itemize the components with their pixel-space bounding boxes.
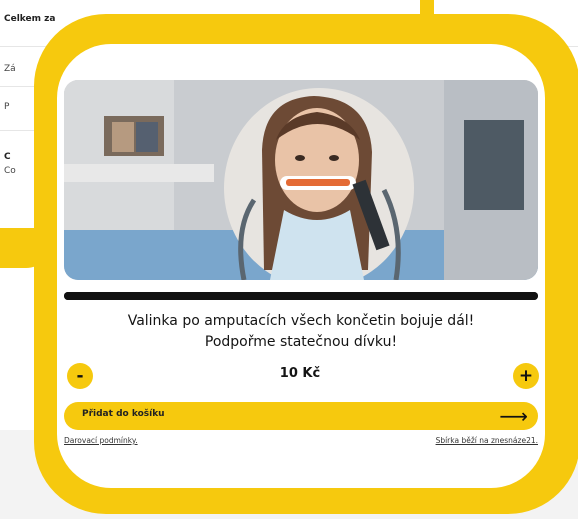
background-row: C bbox=[4, 152, 11, 162]
funding-progress-fill bbox=[64, 292, 538, 300]
add-to-cart-label: Přidat do košíku bbox=[82, 409, 165, 419]
platform-link[interactable]: Sbírka běží na znesnáze21. bbox=[436, 436, 538, 445]
background-row-total: Celkem za bbox=[4, 14, 56, 24]
campaign-photo-illustration bbox=[64, 80, 538, 280]
donation-amount: 10 Kč bbox=[279, 366, 321, 381]
background-row: P bbox=[4, 102, 10, 112]
background-row: Co bbox=[4, 166, 16, 176]
donation-terms-link[interactable]: Darovací podmínky. bbox=[64, 436, 138, 445]
campaign-title-line-1: Valinka po amputacích všech končetin boj… bbox=[127, 313, 475, 329]
funding-progress-bar bbox=[64, 292, 538, 300]
decrease-amount-button[interactable]: - bbox=[67, 363, 93, 389]
campaign-title-line-2: Podpořme statečnou dívku! bbox=[204, 334, 398, 350]
campaign-title: Valinka po amputacích všech končetin boj… bbox=[64, 311, 538, 353]
increase-amount-button[interactable]: + bbox=[513, 363, 539, 389]
campaign-photo bbox=[64, 80, 538, 280]
add-to-cart-button[interactable]: Přidat do košíku ⟶ bbox=[64, 402, 538, 430]
background-row: Zá bbox=[4, 64, 16, 74]
arrow-right-icon: ⟶ bbox=[499, 404, 528, 428]
